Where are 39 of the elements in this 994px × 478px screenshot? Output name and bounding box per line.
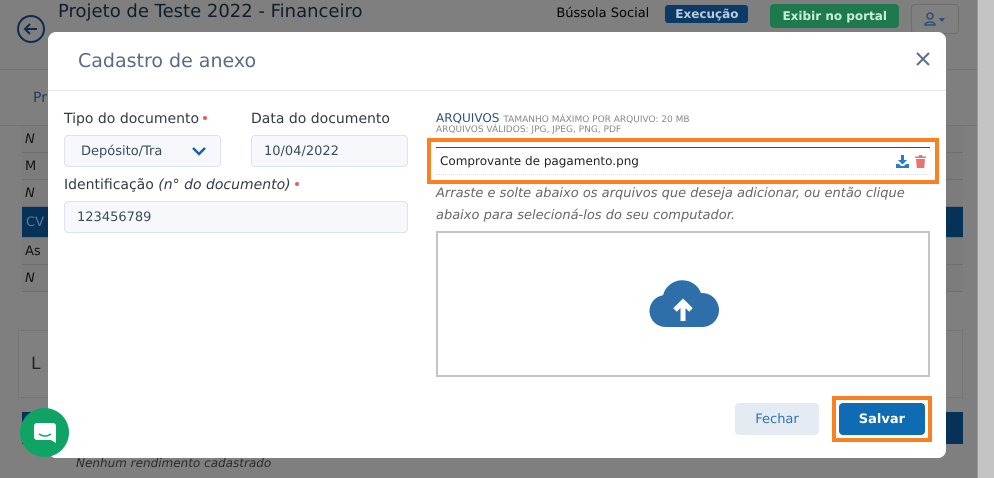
- drop-hint: Arraste e solte abaixo os arquivos que deseja adicionar, ou então clique abaixo para selecioná-los do seu computador.: [436, 185, 906, 225]
- files-heading: ARQUIVOS: [436, 111, 500, 125]
- row-text: M: [25, 158, 36, 174]
- file-name: Comprovante de pagamento.png: [440, 154, 640, 168]
- document-type-select[interactable]: Depósito/Tra: [64, 135, 221, 167]
- trash-icon[interactable]: [915, 154, 926, 168]
- close-icon: [916, 52, 930, 66]
- row-text: As: [25, 244, 41, 258]
- modal-title: Cadastro de anexo: [78, 50, 256, 72]
- chevron-down-icon: [192, 146, 206, 156]
- chat-icon: [34, 422, 56, 442]
- valid-types-note: ARQUIVOS VÁLIDOS: JPG, JPEG, PNG, PDF: [436, 125, 622, 135]
- identification-field[interactable]: 123456789: [64, 201, 408, 233]
- section-title: L: [31, 354, 40, 374]
- close-button[interactable]: [914, 50, 932, 68]
- cloud-upload-icon: [647, 279, 719, 329]
- drop-zone[interactable]: [436, 231, 930, 377]
- page-title: Projeto de Teste 2022 - Financeiro: [58, 1, 364, 22]
- portal-button[interactable]: Exibir no portal: [770, 4, 899, 28]
- row-text: N: [25, 132, 35, 146]
- back-button[interactable]: [16, 14, 46, 44]
- project-name: Bússola Social: [556, 6, 650, 21]
- user-caret-icon: [924, 11, 946, 27]
- user-menu-button[interactable]: [911, 4, 959, 34]
- tab[interactable]: Pr: [33, 90, 47, 106]
- field-label: Identificação (n° do documento): [64, 177, 408, 193]
- save-button[interactable]: Salvar: [838, 403, 925, 435]
- row-text: N: [25, 270, 35, 286]
- empty-message: Nenhum rendimento cadastrado: [76, 456, 272, 470]
- row-text: CV: [26, 214, 44, 230]
- scrollbar[interactable]: [977, 0, 994, 478]
- field-label: Data do documento: [251, 111, 391, 127]
- row-text: N: [25, 186, 35, 200]
- field-label: Tipo do documento: [64, 111, 221, 127]
- max-size-note: TAMANHO MÁXIMO POR ARQUIVO: 20 MB: [503, 115, 690, 125]
- download-icon[interactable]: [896, 154, 909, 168]
- status-badge: Execução: [665, 5, 748, 23]
- close-dialog-button[interactable]: Fechar: [735, 403, 819, 435]
- date-field[interactable]: 10/04/2022: [251, 135, 408, 167]
